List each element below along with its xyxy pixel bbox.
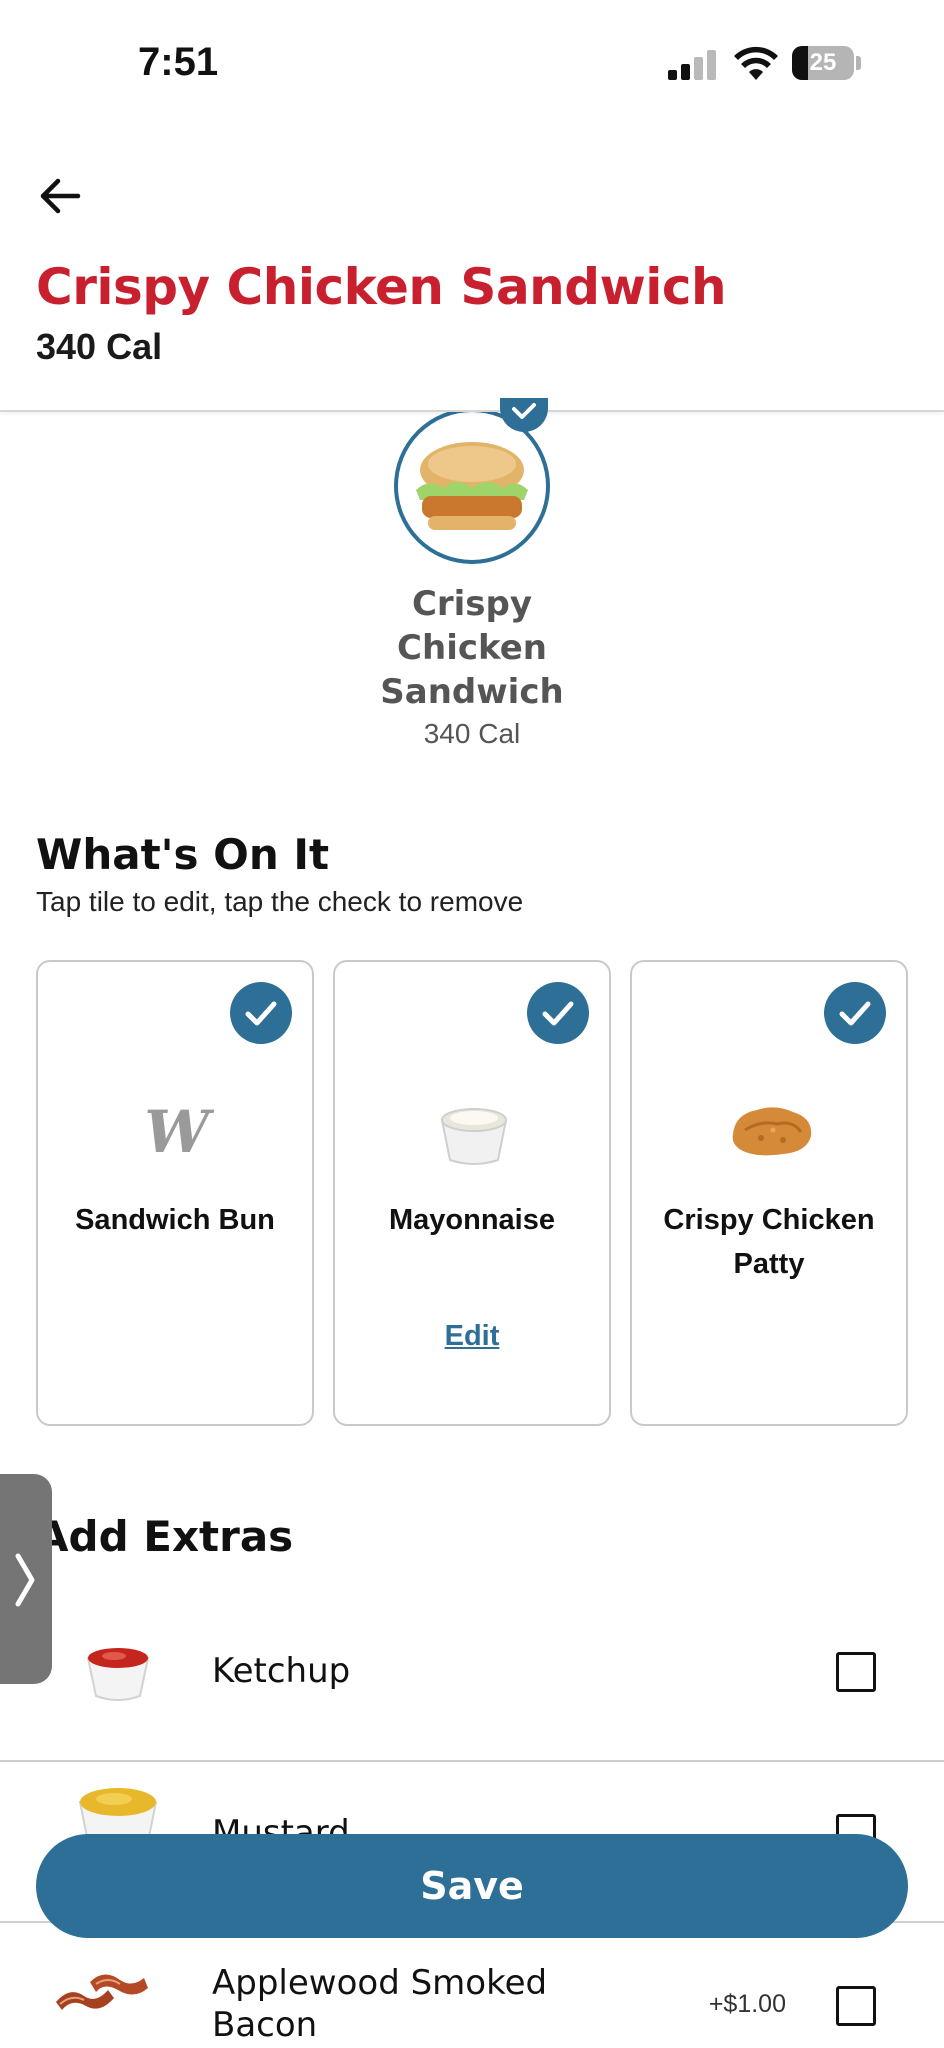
status-bar: 7:51 25 (0, 0, 944, 130)
chevron-right-icon (15, 1553, 35, 1607)
side-drawer-handle[interactable] (0, 1474, 52, 1684)
extra-label-line: Bacon (212, 2005, 318, 2045)
extra-label-line: Applewood Smoked (212, 1963, 548, 2003)
product-selected-check[interactable] (500, 398, 548, 432)
mayonnaise-cup-icon (440, 1108, 508, 1165)
extra-label: Applewood Smoked Bacon (212, 1962, 547, 2046)
chicken-patty-icon (732, 1107, 812, 1156)
page-calories: 340 Cal (36, 326, 163, 367)
extra-price: +$1.00 (708, 1990, 786, 2018)
ingredient-label: Mayonnaise (389, 1204, 555, 1236)
product-name: Crispy Chicken Sandwich (322, 582, 622, 714)
extra-row-applewood-smoked-bacon[interactable]: Applewood Smoked Bacon +$1.00 (0, 1924, 944, 2048)
sandwich-icon (416, 442, 528, 530)
battery-percent: 25 (809, 49, 837, 76)
battery-icon: 25 (792, 46, 854, 80)
ingredient-tile-mayonnaise[interactable]: Mayonnaise Edit (333, 960, 611, 1426)
whats-on-it-heading: What's On It (36, 830, 330, 879)
checkmark-icon (512, 403, 536, 419)
extra-checkbox[interactable] (836, 1986, 876, 2026)
checkmark-icon (245, 1001, 277, 1026)
product-name-line: Chicken (397, 628, 547, 668)
remove-check-button[interactable] (824, 982, 886, 1044)
battery-tip (856, 56, 861, 70)
page-header: Crispy Chicken Sandwich 340 Cal (0, 130, 944, 412)
wifi-icon (734, 46, 778, 80)
status-time: 7:51 (138, 40, 219, 84)
ingredient-tile-sandwich-bun[interactable]: W Sandwich Bun (36, 960, 314, 1426)
bacon-icon (56, 1974, 148, 2010)
remove-check-button[interactable] (230, 982, 292, 1044)
ingredient-label: Sandwich Bun (75, 1204, 275, 1236)
bun-logo-icon: W (144, 1098, 214, 1166)
product-name-line: Sandwich (380, 672, 564, 712)
extra-row-ketchup[interactable]: Ketchup (0, 1594, 944, 1752)
ingredient-tile-crispy-chicken-patty[interactable]: Crispy Chicken Patty (630, 960, 908, 1426)
extra-label: Ketchup (212, 1651, 351, 1691)
ingredient-label: Crispy Chicken Patty (663, 1204, 875, 1280)
cellular-signal-icon (668, 50, 720, 80)
page-title: Crispy Chicken Sandwich (36, 258, 727, 316)
extra-checkbox[interactable] (836, 1652, 876, 1692)
edit-link[interactable]: Edit (335, 1320, 609, 1353)
checkmark-icon (839, 1001, 871, 1026)
product-calories: 340 Cal (423, 718, 521, 749)
back-arrow-icon[interactable] (34, 170, 86, 222)
save-button[interactable]: Save (36, 1834, 908, 1938)
whats-on-it-subtitle: Tap tile to edit, tap the check to remov… (36, 886, 524, 917)
checkmark-icon (542, 1001, 574, 1026)
svg-text:W: W (144, 1098, 214, 1166)
remove-check-button[interactable] (527, 982, 589, 1044)
add-extras-heading: Add Extras (36, 1512, 294, 1561)
ketchup-cup-icon (86, 1648, 150, 1701)
product-name-line: Crispy (411, 584, 533, 624)
